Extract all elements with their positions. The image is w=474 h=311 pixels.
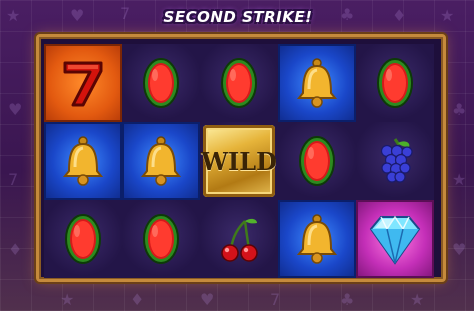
reel-cell xyxy=(122,122,200,200)
reel-cell xyxy=(356,44,434,122)
reel-grid: WILD xyxy=(44,44,434,278)
reel-cell xyxy=(122,200,200,278)
bell-icon xyxy=(131,131,191,191)
reel-cell xyxy=(122,44,200,122)
wild-icon: WILD xyxy=(201,125,277,197)
wild-label: WILD xyxy=(201,146,277,176)
feature-banner: SECOND STRIKE! xyxy=(160,4,316,30)
seven-icon xyxy=(53,53,113,113)
watermelon-icon xyxy=(287,131,347,191)
reel-cell xyxy=(44,122,122,200)
watermelon-icon xyxy=(131,53,191,113)
reel-cell: WILD xyxy=(200,122,278,200)
reel-cell xyxy=(44,44,122,122)
reel-cell xyxy=(356,200,434,278)
feature-title: SECOND STRIKE! xyxy=(163,8,313,26)
bell-icon xyxy=(287,209,347,269)
reel-cell xyxy=(278,200,356,278)
reel-cell xyxy=(356,122,434,200)
grapes-icon xyxy=(365,131,425,191)
reel-cell xyxy=(200,200,278,278)
bell-icon xyxy=(287,53,347,113)
reel-cell xyxy=(200,44,278,122)
watermelon-icon xyxy=(53,209,113,269)
watermelon-icon xyxy=(365,53,425,113)
reel-cell xyxy=(44,200,122,278)
bell-icon xyxy=(53,131,113,191)
reel-cell xyxy=(278,44,356,122)
diamond-icon xyxy=(363,207,427,271)
watermelon-icon xyxy=(209,53,269,113)
reel-cell xyxy=(278,122,356,200)
cherries-icon xyxy=(209,209,269,269)
watermelon-icon xyxy=(131,209,191,269)
